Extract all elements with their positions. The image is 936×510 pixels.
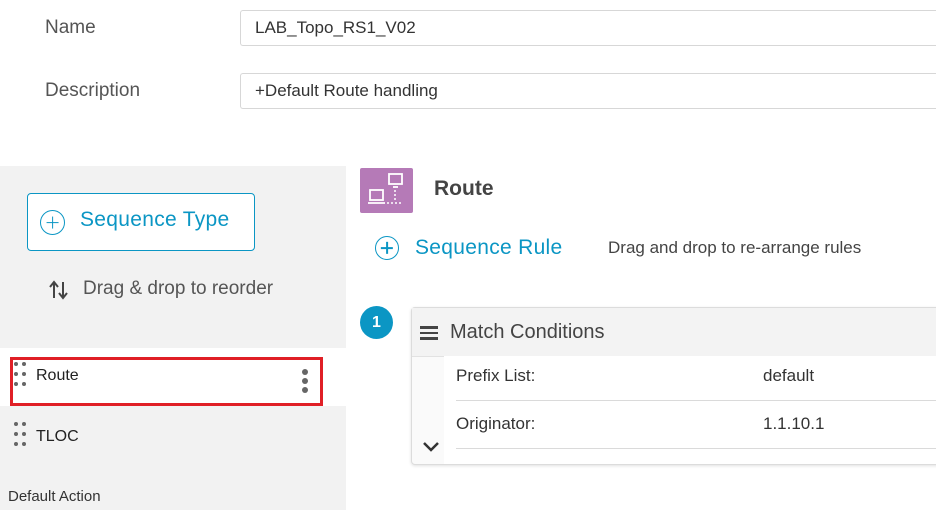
condition-row: Originator: 1.1.10.1 [456,404,936,449]
name-field[interactable]: LAB_Topo_RS1_V02 [240,10,936,46]
reorder-hint-text: Drag & drop to reorder [83,278,274,299]
default-action-item[interactable]: Default Action [8,488,101,505]
add-sequence-rule-button[interactable]: Sequence Rule [415,236,563,260]
route-network-icon [360,168,413,213]
sequence-type-label: Sequence Type [80,208,230,231]
plus-circle-icon [40,210,65,235]
plus-circle-icon[interactable] [375,236,399,260]
condition-value: 1.1.10.1 [763,414,825,433]
hamburger-icon[interactable] [420,326,438,340]
chevron-down-icon[interactable] [422,440,440,454]
description-field[interactable]: +Default Route handling [240,73,936,109]
conditions-list: Prefix List: default Originator: 1.1.10.… [444,356,936,464]
match-conditions-card: Match Conditions Prefix List: default Or… [411,307,936,465]
rule-number-badge: 1 [360,306,393,339]
sequence-sidebar: Sequence Type Drag & drop to reorder Rou… [0,166,346,510]
page-title: Route [434,177,494,200]
reorder-arrows-icon [49,280,68,300]
condition-key: Prefix List: [456,366,536,385]
name-label: Name [45,17,96,38]
sequence-item-tloc[interactable]: TLOC [0,408,346,466]
condition-key: Originator: [456,414,536,433]
add-sequence-type-button[interactable]: Sequence Type [27,193,255,251]
condition-value: default [763,366,815,385]
drag-grip-icon[interactable] [14,422,26,448]
highlight-box [10,357,323,406]
description-label: Description [45,80,141,101]
sequence-item-label: TLOC [36,428,79,445]
rearrange-hint: Drag and drop to re-arrange rules [608,238,862,257]
condition-row: Prefix List: default [456,356,936,401]
match-conditions-title: Match Conditions [450,321,605,343]
match-conditions-header[interactable]: Match Conditions [412,308,936,357]
